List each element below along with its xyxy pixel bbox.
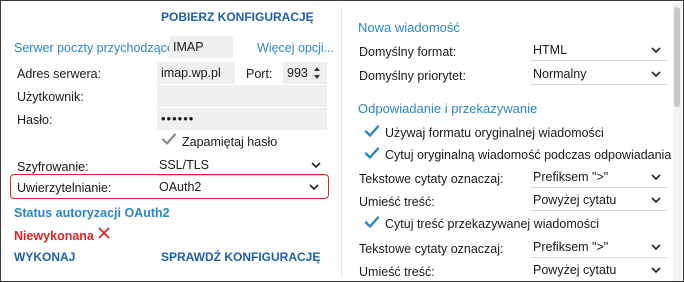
fetch-config-header[interactable]: POBIERZ KONFIGURACJĘ	[161, 10, 314, 24]
user-field[interactable]	[157, 85, 327, 107]
quote-mark-value-1: Prefiksem ">"	[533, 170, 609, 184]
quote-mark-select-1[interactable]: Prefiksem ">"	[531, 166, 667, 188]
default-format-select[interactable]: HTML	[531, 39, 667, 61]
port-label: Port:	[246, 67, 273, 81]
quote-forwarded-checkbox[interactable]	[364, 214, 380, 230]
password-field[interactable]: ••••••	[157, 108, 327, 130]
server-address-field[interactable]: imap.wp.pl	[157, 62, 235, 84]
chevron-down-icon	[311, 154, 321, 176]
default-priority-label: Domyślny priorytet:	[359, 69, 466, 83]
place-content-select-2[interactable]: Powyżej cytatu	[531, 259, 667, 281]
incoming-server-field[interactable]: IMAP	[169, 36, 233, 58]
place-content-value-2: Powyżej cytatu	[533, 263, 617, 277]
port-spinner-icon[interactable]	[312, 62, 322, 84]
chevron-down-icon	[651, 236, 661, 258]
run-button[interactable]: WYKONAJ	[14, 250, 75, 264]
remember-password-checkbox[interactable]	[161, 131, 177, 147]
quote-original-checkbox[interactable]	[364, 145, 380, 161]
auth-label: Uwierzytelnianie:	[17, 181, 112, 195]
check-config-button[interactable]: SPRAWDŹ KONFIGURACJĘ	[161, 250, 320, 264]
use-original-format-label: Używaj formatu oryginalnej wiadomości	[385, 126, 604, 140]
oauth-status-value: Niewykonana	[14, 229, 94, 243]
quote-mark-select-2[interactable]: Prefiksem ">"	[531, 236, 667, 258]
server-address-label: Adres serwera:	[17, 67, 102, 81]
scrollbar-thumb[interactable]	[674, 7, 680, 107]
port-value: 993	[287, 66, 308, 80]
quote-original-label: Cytuj oryginalną wiadomość podczas odpow…	[385, 148, 672, 162]
more-options-link[interactable]: Więcej opcji...	[257, 41, 334, 55]
chevron-down-icon	[651, 63, 661, 85]
check-icon	[364, 125, 380, 137]
auth-select[interactable]: OAuth2	[157, 176, 325, 198]
chevron-down-icon	[309, 176, 319, 198]
place-content-value-1: Powyżej cytatu	[533, 193, 617, 207]
place-content-label-2: Umieść treść:	[359, 265, 435, 279]
chevron-down-icon	[651, 39, 661, 61]
use-original-format-checkbox[interactable]	[364, 123, 380, 139]
user-label: Użytkownik:	[17, 90, 84, 104]
password-label: Hasło:	[17, 113, 53, 127]
oauth-status-label: Status autoryzacji OAuth2	[14, 206, 170, 220]
default-priority-select[interactable]: Normalny	[531, 63, 667, 85]
x-icon	[97, 226, 111, 240]
incoming-server-label: Serwer poczty przychodzącej:	[14, 41, 181, 55]
check-icon	[161, 133, 177, 145]
check-icon	[364, 216, 380, 228]
quote-mark-label-1: Tekstowe cytaty oznaczaj:	[359, 172, 504, 186]
remember-password-label: Zapamiętaj hasło	[182, 135, 278, 149]
auth-value: OAuth2	[159, 180, 202, 194]
vertical-scrollbar[interactable]	[673, 3, 681, 281]
place-content-label-1: Umieść treść:	[359, 195, 435, 209]
chevron-down-icon	[651, 166, 661, 188]
default-format-value: HTML	[533, 43, 568, 57]
reply-forward-header: Odpowiadanie i przekazywanie	[358, 101, 538, 116]
encryption-label: Szyfrowanie:	[17, 160, 89, 174]
encryption-value: SSL/TLS	[159, 158, 210, 172]
password-value: ••••••	[161, 111, 195, 126]
encryption-select[interactable]: SSL/TLS	[157, 154, 327, 176]
default-format-label: Domyślny format:	[359, 45, 457, 59]
default-priority-value: Normalny	[533, 67, 587, 81]
quote-mark-value-2: Prefiksem ">"	[533, 240, 609, 254]
check-icon	[364, 147, 380, 159]
account-settings-panel: POBIERZ KONFIGURACJĘ Serwer poczty przyc…	[0, 0, 684, 282]
new-message-header: Nowa wiadomość	[358, 20, 460, 35]
chevron-down-icon	[651, 189, 661, 211]
column-divider	[341, 7, 342, 277]
chevron-down-icon	[651, 259, 661, 281]
quote-mark-label-2: Tekstowe cytaty oznaczaj:	[359, 242, 504, 256]
quote-forwarded-label: Cytuj treść przekazywanej wiadomości	[385, 217, 599, 231]
place-content-select-1[interactable]: Powyżej cytatu	[531, 189, 667, 211]
